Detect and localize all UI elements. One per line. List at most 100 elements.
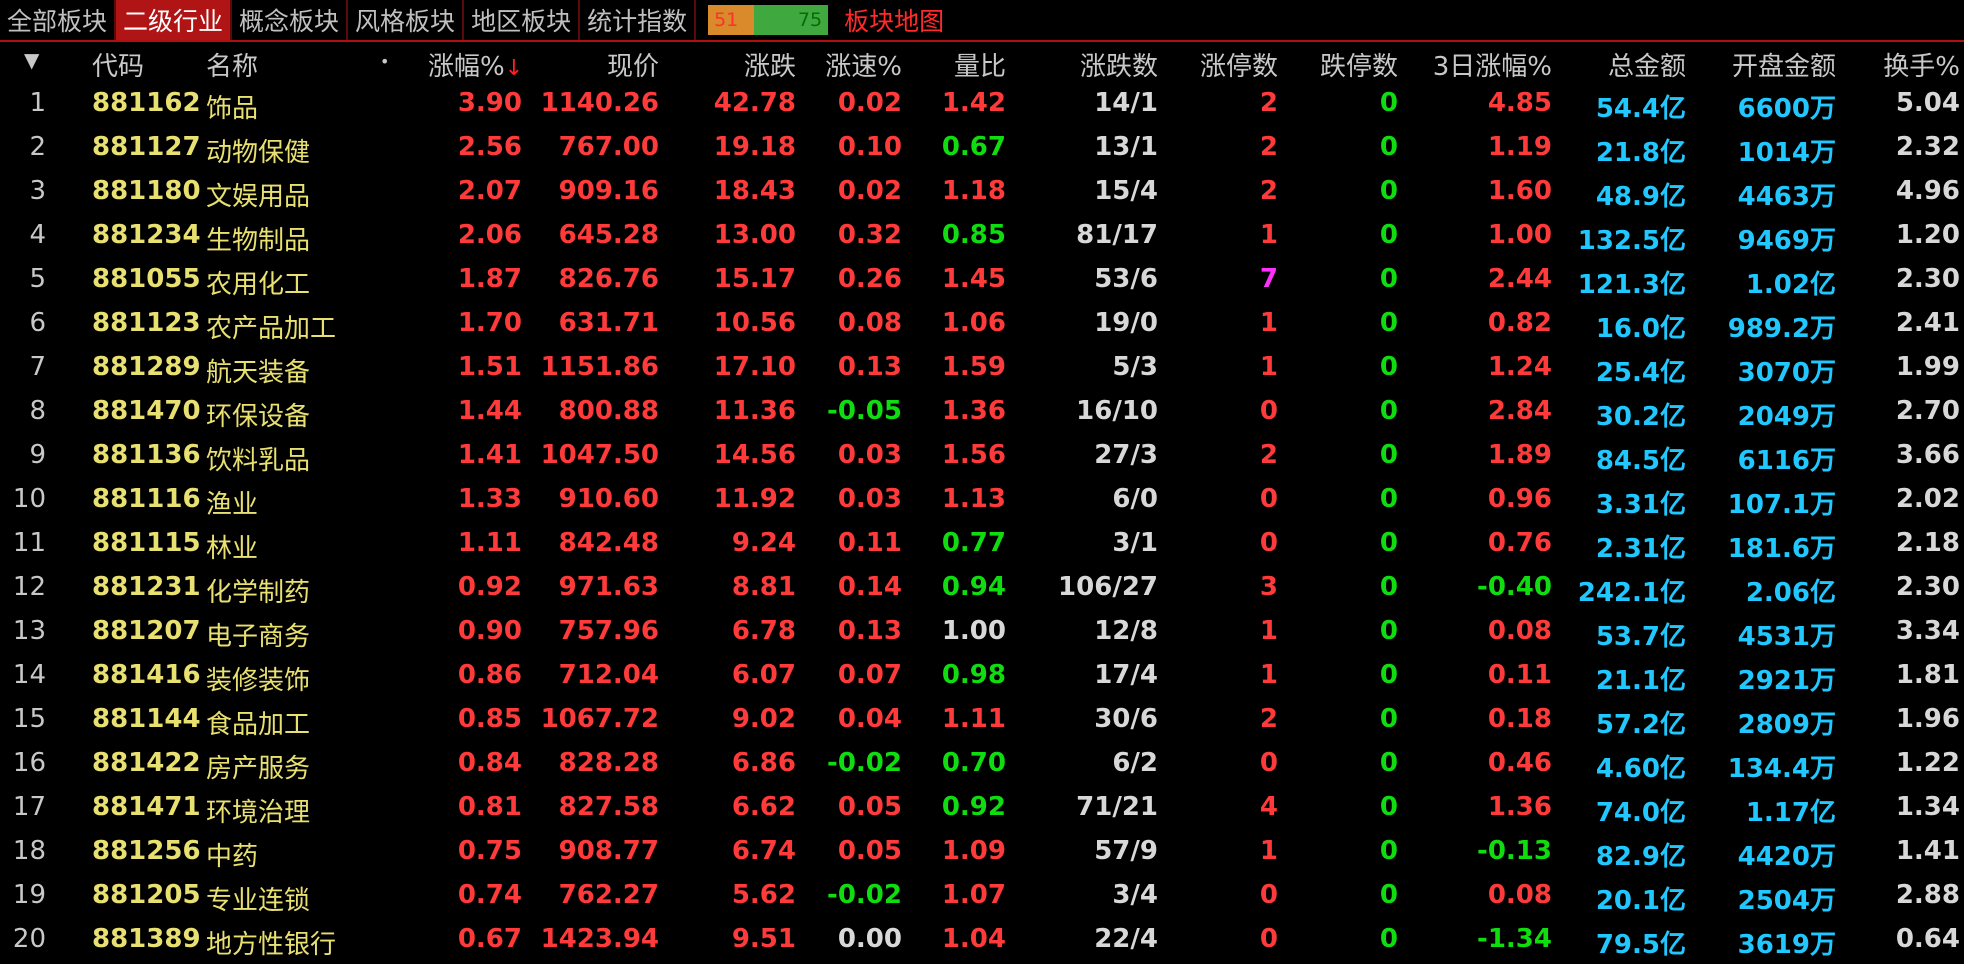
cell-name: 环境治理 [206, 798, 311, 828]
cell-speed: -0.02 [827, 880, 902, 910]
cell-limit-down: 0 [1379, 88, 1398, 118]
table-row[interactable]: 13 881207 电子商务 0.90 757.96 6.78 0.13 1.00 12/8 1 0… [0, 612, 1964, 656]
row-number: 14 [12, 660, 46, 690]
table-row[interactable]: 19 881205 专业连锁 0.74 762.27 5.62 -0.02 1.07 3/4 0 0… [0, 876, 1964, 920]
cell-change: 8.81 [731, 572, 796, 602]
cell-price: 1151.86 [540, 352, 659, 382]
col-pct3d[interactable]: 3日涨幅% [1433, 46, 1552, 83]
col-change[interactable]: 涨跌 [744, 46, 796, 83]
row-number: 15 [12, 704, 46, 734]
col-limit-down[interactable]: 跌停数 [1320, 46, 1398, 83]
cell-updown: 14/1 [1094, 88, 1158, 118]
cell-vol-ratio: 0.77 [941, 528, 1006, 558]
col-price[interactable]: 现价 [607, 46, 659, 83]
cell-change: 5.62 [731, 880, 796, 910]
col-open-amount[interactable]: 开盘金额 [1732, 46, 1836, 83]
cell-vol-ratio: 1.06 [941, 308, 1006, 338]
cell-amount: 3.31亿 [1595, 490, 1686, 520]
cell-amount: 48.9亿 [1595, 182, 1686, 212]
cell-pct: 1.70 [457, 308, 522, 338]
cell-pct3d: 4.85 [1487, 88, 1552, 118]
cell-change: 13.00 [713, 220, 796, 250]
cell-change: 6.74 [731, 836, 796, 866]
cell-amount: 79.5亿 [1595, 930, 1686, 960]
cell-amount: 30.2亿 [1595, 402, 1686, 432]
table-row[interactable]: 17 881471 环境治理 0.81 827.58 6.62 0.05 0.92 71/21 4… [0, 788, 1964, 832]
cell-amount: 21.1亿 [1595, 666, 1686, 696]
cell-vol-ratio: 1.56 [941, 440, 1006, 470]
cell-change: 6.86 [731, 748, 796, 778]
col-pct[interactable]: 涨幅%↓ [428, 46, 523, 83]
cell-updown: 57/9 [1094, 836, 1158, 866]
cell-speed: -0.02 [827, 748, 902, 778]
row-number: 17 [12, 792, 46, 822]
table-row[interactable]: 3 881180 文娱用品 2.07 909.16 18.43 0.02 1.18 15/4 2 0… [0, 172, 1964, 216]
col-vol-ratio[interactable]: 量比 [954, 46, 1006, 83]
cell-open-amount: 6116万 [1737, 446, 1836, 476]
col-turnover[interactable]: 换手% [1883, 46, 1960, 83]
col-amount[interactable]: 总金额 [1608, 46, 1686, 83]
table-row[interactable]: 6 881123 农产品加工 1.70 631.71 10.56 0.08 1.06 19/0 1… [0, 304, 1964, 348]
tab-stat-indices[interactable]: 统计指数 [580, 0, 697, 40]
cell-code: 881162 [92, 88, 201, 118]
table-row[interactable]: 16 881422 房产服务 0.84 828.28 6.86 -0.02 0.70 6/2 0 0… [0, 744, 1964, 788]
cell-code: 881422 [92, 748, 201, 778]
cell-limit-up: 0 [1259, 484, 1278, 514]
tab-style-sectors[interactable]: 风格板块 [348, 0, 465, 40]
cell-speed: 0.03 [837, 440, 902, 470]
cell-name: 专业连锁 [206, 886, 311, 916]
cell-limit-down: 0 [1379, 176, 1398, 206]
col-limit-up[interactable]: 涨停数 [1200, 46, 1278, 83]
col-updown[interactable]: 涨跌数 [1080, 46, 1158, 83]
cell-pct3d: 1.36 [1487, 792, 1552, 822]
tab-concept-sectors[interactable]: 概念板块 [232, 0, 349, 40]
table-row[interactable]: 10 881116 渔业 1.33 910.60 11.92 0.03 1.13 6/0 0 0 0.… [0, 480, 1964, 524]
cell-limit-up: 0 [1259, 924, 1278, 954]
col-code[interactable]: 代码 [92, 46, 144, 83]
table-row[interactable]: 1 881162 饰品 3.90 1140.26 42.78 0.02 1.42 14/1 2 0 4… [0, 84, 1964, 128]
cell-vol-ratio: 1.00 [941, 616, 1006, 646]
breadth-down-count: 75 [754, 5, 829, 35]
row-number: 6 [29, 308, 46, 338]
cell-pct: 1.87 [457, 264, 522, 294]
cell-pct3d: 1.19 [1487, 132, 1552, 162]
sector-map-link[interactable]: 板块地图 [838, 0, 944, 40]
table-row[interactable]: 9 881136 饮料乳品 1.41 1047.50 14.56 0.03 1.56 27/3 2… [0, 436, 1964, 480]
cell-price: 908.77 [558, 836, 659, 866]
cell-pct3d: 1.89 [1487, 440, 1552, 470]
cell-name: 渔业 [206, 490, 259, 520]
table-row[interactable]: 15 881144 食品加工 0.85 1067.72 9.02 0.04 1.11 30/6 2… [0, 700, 1964, 744]
cell-turnover: 1.22 [1895, 748, 1960, 778]
tab-industry-level2[interactable]: 二级行业 [116, 0, 233, 40]
table-row[interactable]: 5 881055 农用化工 1.87 826.76 15.17 0.26 1.45 53/6 7 0… [0, 260, 1964, 304]
cell-code: 881471 [92, 792, 201, 822]
sort-desc-icon: ↓ [504, 56, 524, 81]
cell-price: 757.96 [558, 616, 659, 646]
cell-speed: 0.26 [837, 264, 902, 294]
table-row[interactable]: 2 881127 动物保健 2.56 767.00 19.18 0.10 0.67 13/1 2 0… [0, 128, 1964, 172]
cell-name: 装修装饰 [206, 666, 311, 696]
cell-turnover: 2.32 [1895, 132, 1960, 162]
cell-pct3d: 0.96 [1487, 484, 1552, 514]
cell-vol-ratio: 0.70 [941, 748, 1006, 778]
tab-region-sectors[interactable]: 地区板块 [464, 0, 581, 40]
table-row[interactable]: 11 881115 林业 1.11 842.48 9.24 0.11 0.77 3/1 0 0 0.7… [0, 524, 1964, 568]
table-row[interactable]: 7 881289 航天装备 1.51 1151.86 17.10 0.13 1.59 5/3 1 0… [0, 348, 1964, 392]
table-row[interactable]: 8 881470 环保设备 1.44 800.88 11.36 -0.05 1.36 16/10… [0, 392, 1964, 436]
cell-code: 881116 [92, 484, 201, 514]
col-name[interactable]: 名称 [206, 46, 258, 83]
table-row[interactable]: 12 881231 化学制药 0.92 971.63 8.81 0.14 0.94 106/27… [0, 568, 1964, 612]
cell-vol-ratio: 0.92 [941, 792, 1006, 822]
cell-name: 航天装备 [206, 358, 311, 388]
table-row[interactable]: 18 881256 中药 0.75 908.77 6.74 0.05 1.09 57/9 1 0 -0… [0, 832, 1964, 876]
row-number: 12 [12, 572, 46, 602]
cell-updown: 71/21 [1076, 792, 1158, 822]
table-row[interactable]: 14 881416 装修装饰 0.86 712.04 6.07 0.07 0.98 17/4 1 0… [0, 656, 1964, 700]
tab-all-sectors[interactable]: 全部板块 [0, 0, 117, 40]
column-menu-icon[interactable]: ▼ [24, 48, 39, 72]
table-row[interactable]: 4 881234 生物制品 2.06 645.28 13.00 0.32 0.85 81/17 1… [0, 216, 1964, 260]
cell-limit-up: 7 [1259, 264, 1278, 294]
cell-pct: 0.84 [457, 748, 522, 778]
col-speed[interactable]: 涨速% [825, 46, 902, 83]
table-row[interactable]: 20 881389 地方性银行 0.67 1423.94 9.51 0.00 1.04 22/4… [0, 920, 1964, 964]
